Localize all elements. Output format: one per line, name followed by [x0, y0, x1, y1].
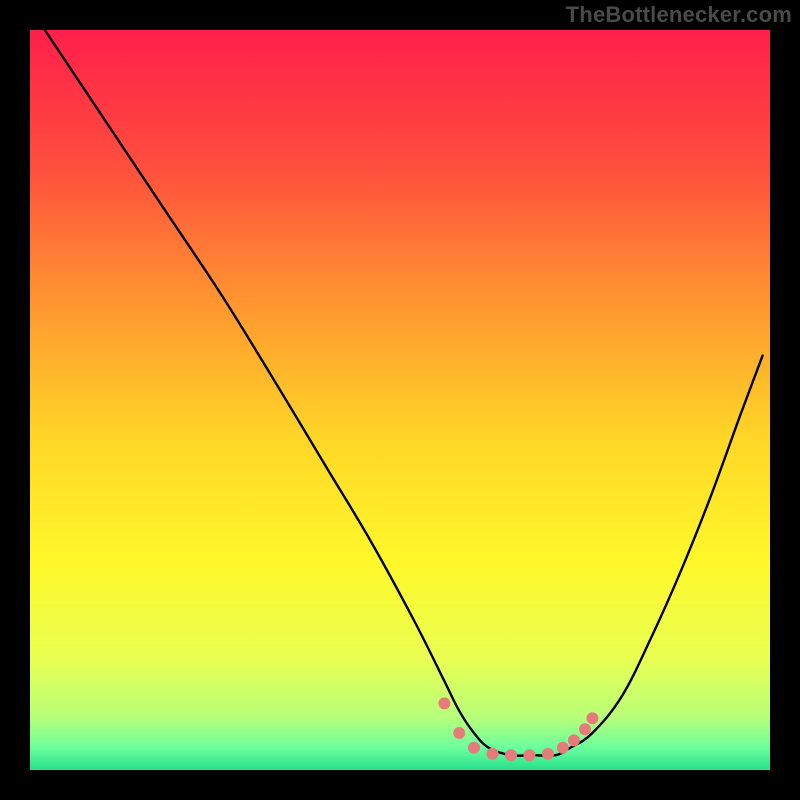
highlight-dot [438, 697, 450, 709]
highlight-dot [453, 727, 465, 739]
highlight-dot [586, 712, 598, 724]
highlight-dot [579, 723, 591, 735]
highlight-dot [557, 742, 569, 754]
chart-svg [0, 0, 800, 800]
highlight-dot [542, 748, 554, 760]
highlight-dot [487, 748, 499, 760]
highlight-dot [524, 749, 536, 761]
watermark-label: TheBottlenecker.com [566, 2, 792, 28]
gradient-background [30, 30, 770, 770]
highlight-dot [568, 734, 580, 746]
highlight-dot [468, 742, 480, 754]
chart-stage: TheBottlenecker.com [0, 0, 800, 800]
highlight-dot [505, 749, 517, 761]
